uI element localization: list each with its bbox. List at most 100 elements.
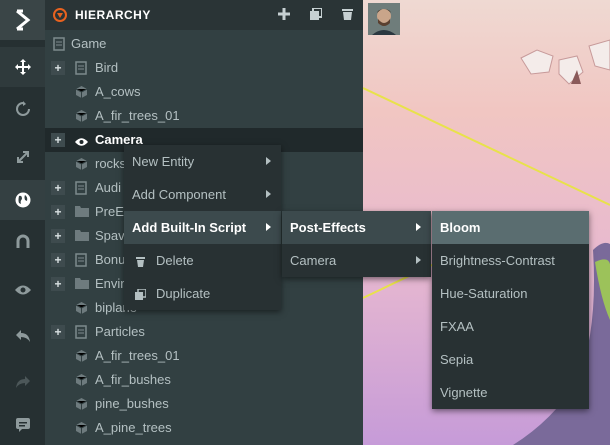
redo-icon[interactable] (0, 362, 45, 402)
expand-icon[interactable]: + (51, 277, 65, 291)
tree-item-label: Spav (95, 228, 125, 243)
tree-item-label: A_cows (95, 84, 141, 99)
copy-icon[interactable] (310, 7, 323, 23)
menu-item-label: New Entity (132, 154, 195, 169)
entity-icon (75, 109, 89, 123)
expand-icon[interactable]: + (51, 229, 65, 243)
chevron-right-icon (416, 223, 421, 231)
menu-item-duplicate[interactable]: Duplicate (124, 277, 281, 310)
menu-item-sepia[interactable]: Sepia (432, 343, 589, 376)
expand-icon[interactable]: + (51, 253, 65, 267)
expand-icon[interactable]: + (51, 205, 65, 219)
entity-icon (75, 349, 89, 363)
menu-item-label: Bloom (440, 220, 481, 235)
trash-icon[interactable] (342, 8, 353, 23)
scale-icon[interactable] (0, 137, 45, 177)
entity-icon (75, 421, 89, 435)
menu-item-label: Delete (156, 253, 194, 268)
undo-icon[interactable] (0, 316, 45, 356)
logo-icon[interactable] (0, 0, 45, 40)
menu-item-post-effects[interactable]: Post-Effects (282, 211, 431, 244)
tree-item-a-fir-bushes[interactable]: A_fir_bushes (45, 368, 363, 392)
menu-item-add-component[interactable]: Add Component (124, 178, 281, 211)
expand-icon[interactable]: + (51, 61, 65, 75)
menu-item-vignette[interactable]: Vignette (432, 376, 589, 409)
tree-item-bird[interactable]: + Bird (45, 56, 363, 80)
rotate-icon[interactable] (0, 89, 45, 129)
tree-item-a-cows[interactable]: A_cows (45, 80, 363, 104)
menu-item-hue-saturation[interactable]: Hue-Saturation (432, 277, 589, 310)
tree-item-label: Particles (95, 324, 145, 339)
hierarchy-icon (53, 8, 67, 22)
tree-item-game[interactable]: Game (45, 32, 363, 56)
tree-item-label: A_fir_trees_01 (95, 348, 180, 363)
entity-icon (75, 397, 89, 411)
chat-icon[interactable] (0, 405, 45, 445)
panel-header: HIERARCHY (45, 0, 363, 30)
tree-item-pine-bushes[interactable]: pine_bushes (45, 392, 363, 416)
tree-item-label: Bird (95, 60, 119, 75)
expand-icon[interactable]: + (51, 325, 65, 339)
chevron-right-icon (266, 223, 271, 231)
tree-item-a-fir-trees[interactable]: A_fir_trees_01 (45, 104, 363, 128)
folder-icon (75, 229, 89, 243)
left-toolbar (0, 0, 45, 445)
move-icon[interactable] (0, 47, 45, 87)
menu-item-bloom[interactable]: Bloom (432, 211, 589, 244)
file-icon (75, 61, 89, 75)
panel-title: HIERARCHY (75, 8, 151, 22)
entity-icon (75, 373, 89, 387)
menu-item-delete[interactable]: Delete (124, 244, 281, 277)
tree-item-label: Game (71, 36, 107, 51)
expand-icon[interactable]: + (51, 133, 65, 147)
eye-icon[interactable] (0, 270, 45, 310)
tree-item-label: pine_bushes (95, 396, 169, 411)
expand-icon[interactable]: + (51, 181, 65, 195)
tree-item-label: Audi (95, 180, 122, 195)
menu-item-label: Sepia (440, 352, 474, 367)
file-icon (75, 253, 89, 267)
tree-item-a-fir-trees-2[interactable]: A_fir_trees_01 (45, 344, 363, 368)
menu-item-label: Brightness-Contrast (440, 253, 555, 268)
menu-item-new-entity[interactable]: New Entity (124, 145, 281, 178)
file-icon (53, 37, 67, 51)
entity-icon (75, 85, 89, 99)
entity-icon (75, 157, 89, 171)
eye-icon (74, 135, 88, 149)
magnet-icon[interactable] (0, 222, 45, 262)
menu-item-label: FXAA (440, 319, 474, 334)
folder-icon (75, 277, 89, 291)
file-icon (75, 325, 89, 339)
tree-item-label: A_pine_trees (95, 420, 172, 435)
menu-item-label: Camera (290, 253, 337, 268)
tree-item-label: Envir (95, 276, 125, 291)
menu-item-label: Add Built-In Script (132, 220, 247, 235)
chevron-right-icon (416, 256, 421, 264)
folder-icon (75, 205, 89, 219)
menu-item-brightness-contrast[interactable]: Brightness-Contrast (432, 244, 589, 277)
tree-item-a-pine-trees[interactable]: A_pine_trees (45, 416, 363, 440)
chevron-right-icon (266, 157, 271, 165)
effects-submenu: Bloom Brightness-Contrast Hue-Saturation… (432, 211, 589, 409)
copy-icon (135, 288, 147, 303)
menu-item-camera[interactable]: Camera (282, 244, 431, 277)
menu-item-label: Vignette (440, 385, 488, 400)
chevron-right-icon (266, 190, 271, 198)
context-menu: New Entity Add Component Add Built-In Sc… (124, 145, 281, 310)
tree-item-label: PreE (95, 204, 124, 219)
menu-item-fxaa[interactable]: FXAA (432, 310, 589, 343)
entity-icon (75, 301, 89, 315)
file-icon (75, 181, 89, 195)
plus-icon[interactable] (278, 8, 290, 23)
avatar[interactable] (368, 3, 400, 35)
menu-item-label: Hue-Saturation (440, 286, 528, 301)
tree-item-label: A_fir_trees_01 (95, 108, 180, 123)
world-icon[interactable] (0, 180, 45, 220)
menu-item-label: Duplicate (156, 286, 211, 301)
tree-item-particles[interactable]: + Particles (45, 320, 363, 344)
menu-item-add-built-in-script[interactable]: Add Built-In Script (124, 211, 281, 244)
script-submenu: Post-Effects Camera (282, 211, 431, 277)
tree-item-label: rocks (95, 156, 127, 171)
menu-item-label: Add Component (132, 187, 226, 202)
tree-item-label: Bonu (95, 252, 126, 267)
